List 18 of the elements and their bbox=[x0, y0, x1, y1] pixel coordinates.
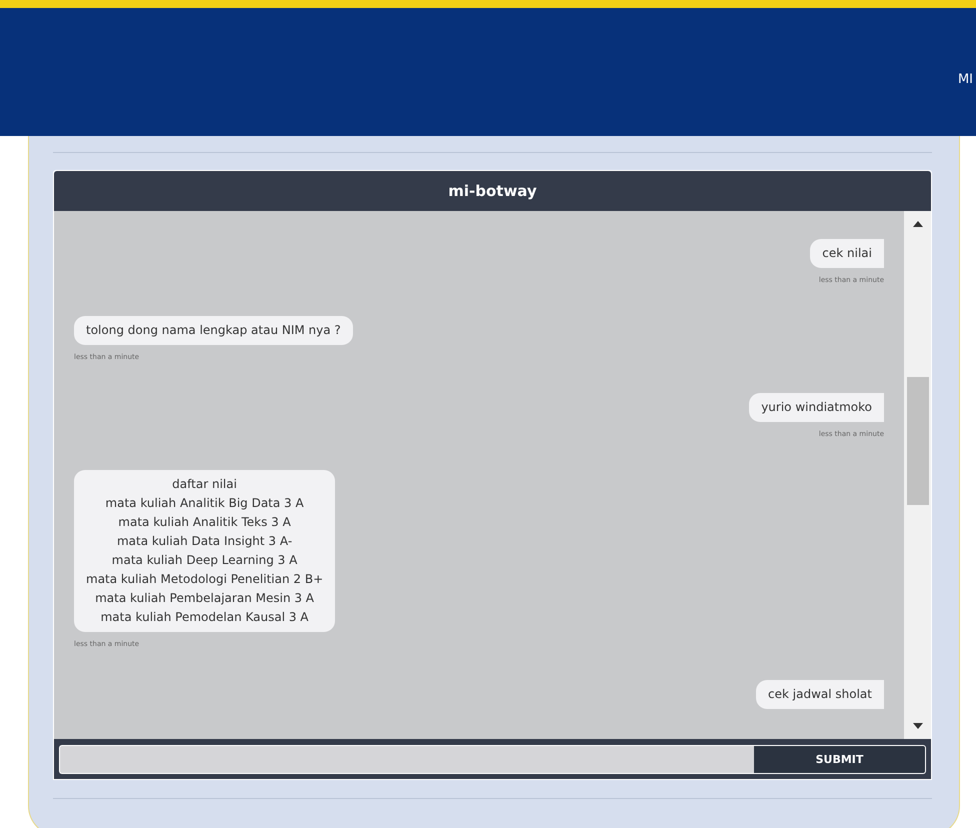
message-text: cek nilai bbox=[822, 245, 872, 262]
nav-link[interactable]: MI bbox=[958, 72, 973, 86]
scrollbar-thumb[interactable] bbox=[906, 377, 928, 505]
message-text: yurio windiatmoko bbox=[761, 399, 872, 416]
message-text: cek jadwal sholat bbox=[768, 686, 872, 703]
message-text: mata kuliah Metodologi Penelitian 2 B+ bbox=[86, 571, 324, 588]
message-text: mata kuliah Pemodelan Kausal 3 A bbox=[100, 609, 310, 626]
message-text: daftar nilai bbox=[171, 476, 238, 493]
scroll-up-icon[interactable] bbox=[912, 221, 922, 227]
message-text: tolong dong nama lengkap atau NIM nya ? bbox=[86, 322, 341, 339]
chat-title: mi-botway bbox=[54, 171, 931, 211]
message-text: mata kuliah Deep Learning 3 A bbox=[110, 552, 298, 569]
scrollbar[interactable] bbox=[904, 211, 931, 739]
message-text: mata kuliah Data Insight 3 A- bbox=[116, 533, 294, 550]
message-text: mata kuliah Analitik Big Data 3 A bbox=[104, 495, 305, 512]
scroll-down-icon[interactable] bbox=[912, 723, 922, 729]
message-text: mata kuliah Analitik Teks 3 A bbox=[117, 514, 292, 531]
message-text: mata kuliah Pembelajaran Mesin 3 A bbox=[94, 590, 316, 607]
